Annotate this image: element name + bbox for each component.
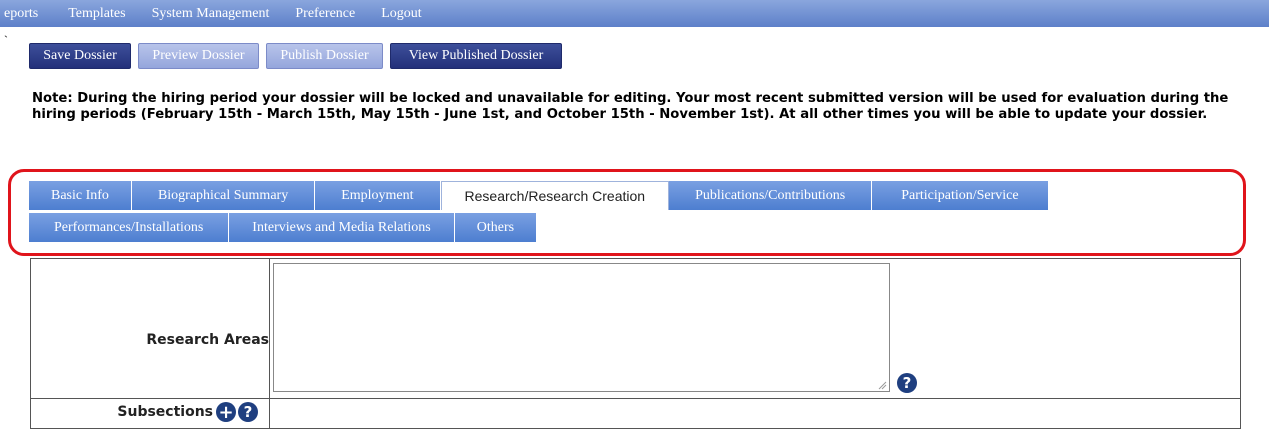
stray-mark: ` xyxy=(4,33,8,47)
tab-employment[interactable]: Employment xyxy=(315,181,441,210)
menu-item-preference[interactable]: Preference xyxy=(295,6,355,22)
top-menu-bar: eports Templates System Management Prefe… xyxy=(0,0,1269,27)
row-divider xyxy=(31,398,1240,399)
tab-basic-info[interactable]: Basic Info xyxy=(29,181,132,210)
save-dossier-button[interactable]: Save Dossier xyxy=(29,43,131,69)
menu-item-logout[interactable]: Logout xyxy=(381,6,421,22)
menu-item-system-management[interactable]: System Management xyxy=(152,6,270,22)
research-areas-label: Research Areas xyxy=(146,332,269,348)
menu-item-reports[interactable]: eports xyxy=(4,6,38,22)
tab-row-1: Basic Info Biographical Summary Employme… xyxy=(29,181,1049,210)
publish-dossier-button[interactable]: Publish Dossier xyxy=(266,43,383,69)
subsections-help-icon[interactable]: ? xyxy=(238,402,258,422)
research-areas-input[interactable] xyxy=(273,263,890,392)
column-divider xyxy=(269,259,270,428)
preview-dossier-button[interactable]: Preview Dossier xyxy=(138,43,259,69)
tab-performances-installations[interactable]: Performances/Installations xyxy=(29,213,230,242)
view-published-dossier-button[interactable]: View Published Dossier xyxy=(390,43,562,69)
resize-grip-icon[interactable] xyxy=(877,380,887,390)
tab-research-research-creation[interactable]: Research/Research Creation xyxy=(440,181,670,210)
tab-others[interactable]: Others xyxy=(454,213,538,242)
dossier-actions: Save Dossier Preview Dossier Publish Dos… xyxy=(29,43,562,69)
tab-row-2: Performances/Installations Interviews an… xyxy=(29,213,538,242)
locking-note: Note: During the hiring period your doss… xyxy=(32,91,1229,122)
research-areas-help-icon[interactable]: ? xyxy=(897,373,917,393)
tab-participation-service[interactable]: Participation/Service xyxy=(872,181,1049,210)
add-subsection-icon[interactable]: + xyxy=(216,402,236,423)
tab-interviews-media-relations[interactable]: Interviews and Media Relations xyxy=(229,213,455,242)
research-form: Research Areas ? Subsections + ? xyxy=(30,258,1241,429)
tab-publications-contributions[interactable]: Publications/Contributions xyxy=(669,181,873,210)
menu-item-templates[interactable]: Templates xyxy=(68,6,125,22)
subsections-label: Subsections xyxy=(117,404,213,420)
tab-biographical-summary[interactable]: Biographical Summary xyxy=(131,181,316,210)
